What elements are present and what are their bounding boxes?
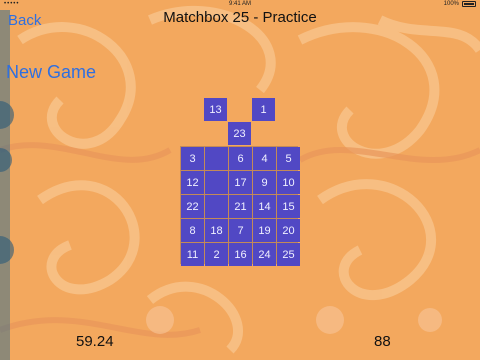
timer: 59.24 — [76, 333, 114, 350]
grid-cell[interactable]: 7 — [229, 219, 252, 242]
grid-cell[interactable]: 25 — [277, 243, 300, 266]
grid-cell[interactable]: 4 — [253, 147, 276, 170]
grid-cell[interactable]: 6 — [229, 147, 252, 170]
page-title: Matchbox 25 - Practice — [163, 9, 317, 26]
back-button[interactable]: Back — [8, 12, 41, 29]
grid-cell[interactable]: 3 — [181, 147, 204, 170]
score: 88 — [374, 333, 391, 350]
grid-cell[interactable]: 17 — [229, 171, 252, 194]
grid-cell[interactable] — [205, 147, 228, 170]
status-right: 100% — [444, 1, 476, 7]
grid-cell[interactable]: 19 — [253, 219, 276, 242]
grid-cell[interactable]: 21 — [229, 195, 252, 218]
grid-cell[interactable]: 24 — [253, 243, 276, 266]
grid-cell[interactable]: 9 — [253, 171, 276, 194]
grid-cell[interactable]: 16 — [229, 243, 252, 266]
grid-cell[interactable]: 14 — [253, 195, 276, 218]
status-time: 9:41 AM — [228, 1, 251, 7]
grid-cell[interactable]: 12 — [181, 171, 204, 194]
grid-cell[interactable]: 5 — [277, 147, 300, 170]
battery-icon — [462, 1, 476, 7]
new-game-button[interactable]: New Game — [6, 62, 96, 83]
battery-percent: 100% — [443, 1, 459, 7]
grid-cell[interactable]: 2 — [205, 243, 228, 266]
loose-tile[interactable]: 23 — [228, 122, 251, 145]
grid-cell[interactable]: 15 — [277, 195, 300, 218]
grid-cell[interactable]: 20 — [277, 219, 300, 242]
loose-tile[interactable]: 1 — [252, 98, 275, 121]
grid-cell[interactable]: 8 — [181, 219, 204, 242]
game-grid: 3 6 4 5 12 17 9 10 22 21 14 15 8 18 7 19… — [180, 146, 300, 266]
grid-cell[interactable]: 10 — [277, 171, 300, 194]
grid-cell[interactable]: 18 — [205, 219, 228, 242]
grid-cell[interactable] — [205, 195, 228, 218]
loose-tile[interactable]: 13 — [204, 98, 227, 121]
grid-cell[interactable]: 11 — [181, 243, 204, 266]
grid-cell[interactable] — [205, 171, 228, 194]
grid-cell[interactable]: 22 — [181, 195, 204, 218]
